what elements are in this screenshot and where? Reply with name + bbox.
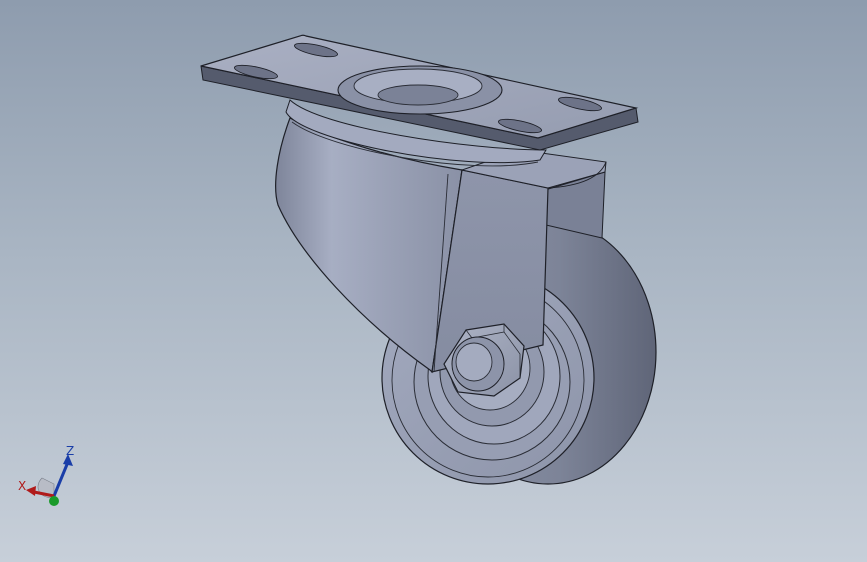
x-axis-label: X [18,479,27,493]
mounting-plate[interactable] [200,34,639,151]
z-axis-label: Z [66,444,75,458]
graphics-viewport[interactable]: Z X [0,0,867,562]
caster-wheel-model[interactable] [0,0,867,562]
coordinate-triad[interactable]: Z X [12,440,82,510]
